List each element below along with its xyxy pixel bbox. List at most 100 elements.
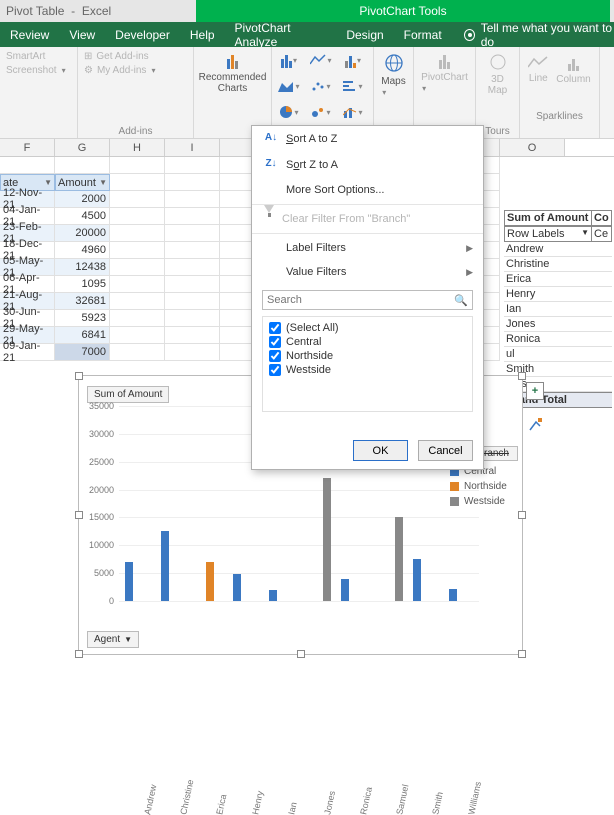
smart-tag-paste-icon[interactable]: + [526,382,544,400]
label-filters[interactable]: Label Filters▶ [252,236,483,260]
file-name: Pivot Table [6,4,64,18]
bar[interactable] [125,562,133,601]
bar[interactable] [323,478,331,601]
tab-design[interactable]: Design [336,22,393,47]
sort-a-to-z[interactable]: A↓Sort A to Z [252,126,483,152]
pivot-row[interactable]: Erica [504,272,612,287]
col-O[interactable]: O [500,139,565,156]
my-addins-button: ⚙ My Add-ins ▾ [84,65,187,76]
cell-amount[interactable]: 12438 [55,259,110,276]
chart-y-axis: 05000100001500020000250003000035000 [79,406,117,601]
resize-handle[interactable] [75,372,83,380]
lightbulb-icon [464,29,475,41]
cell-amount[interactable]: 1095 [55,276,110,293]
bar[interactable] [341,579,349,601]
filter-item-northside[interactable]: Northside [269,349,466,363]
filter-search[interactable]: 🔍 [262,290,473,310]
legend-item: Northside [464,481,507,492]
sparkline-column-button: Column [556,55,590,85]
submenu-arrow-icon: ▶ [466,243,473,254]
bar[interactable] [269,590,277,601]
cancel-button[interactable]: Cancel [418,440,473,461]
sort-za-icon: Z↓ [264,158,278,172]
map3d-label: 3D Map [488,74,507,96]
more-sort-options[interactable]: More Sort Options... [252,178,483,202]
resize-handle[interactable] [518,650,526,658]
resize-handle[interactable] [75,650,83,658]
bar-chart-icon[interactable]: ▾ [278,51,300,69]
tab-view[interactable]: View [59,22,105,47]
cell-amount[interactable]: 4500 [55,208,110,225]
value-filters[interactable]: Value Filters▶ [252,260,483,284]
tab-review[interactable]: Review [0,22,59,47]
tell-me[interactable]: Tell me what you want to do [464,21,614,49]
combo-chart-icon[interactable]: ▾ [342,103,364,121]
pivot-row-header[interactable]: Row Labels▼ [504,226,592,242]
bar[interactable] [233,574,241,601]
chart-field-button-axis[interactable]: Agent▼ [87,631,139,648]
tab-pivotchart-analyze[interactable]: PivotChart Analyze [225,22,337,47]
resize-handle[interactable] [297,650,305,658]
cell-date[interactable]: 09-Jan-21 [0,344,55,361]
maps-button[interactable]: Maps ▾ [377,51,409,100]
cell-amount[interactable]: 32681 [55,293,110,310]
bubble-chart-icon[interactable]: ▾ [310,103,332,121]
pivot-row[interactable]: Ian [504,302,612,317]
x-axis-label: Samuel [394,784,400,814]
cell-amount[interactable]: 7000 [55,344,110,361]
line-chart-icon[interactable]: ▾ [310,51,332,69]
col-F[interactable]: F [0,139,55,156]
cell-amount[interactable]: 2000 [55,191,110,208]
col-I[interactable]: I [165,139,220,156]
cell-amount[interactable]: 4960 [55,242,110,259]
pivot-row[interactable]: Ronica [504,332,612,347]
filter-icon: ▼ [44,178,52,187]
filter-search-input[interactable] [267,294,454,306]
pivot-row[interactable]: Andrew [504,242,612,257]
filter-item-westside[interactable]: Westside [269,363,466,377]
bar[interactable] [206,562,214,601]
filter-item-central[interactable]: Central [269,335,466,349]
tell-me-label: Tell me what you want to do [481,21,614,49]
bar[interactable] [449,589,457,601]
legend-swatch-icon [450,497,459,506]
pivot-row[interactable]: Jones [504,317,612,332]
column-chart-icon[interactable]: ▾ [342,51,364,69]
pivotchart-button: PivotChart ▾ [417,51,472,96]
scatter-chart-icon[interactable]: ▾ [310,77,332,95]
cell-amount[interactable]: 5923 [55,310,110,327]
chart-legend: Central Northside Westside [450,466,518,511]
bar[interactable] [161,531,169,601]
sort-z-to-a[interactable]: Z↓Sort Z to A [252,152,483,178]
cell-amount[interactable]: 20000 [55,225,110,242]
smart-tag-chart-icon[interactable] [526,416,544,434]
filter-item-select-all[interactable]: (Select All) [269,321,466,335]
pivot-row[interactable]: Christine [504,257,612,272]
hbar-chart-icon[interactable]: ▾ [342,77,364,95]
cell-amount[interactable]: 6841 [55,327,110,344]
recommended-charts-button[interactable]: Recommended Charts [195,51,271,96]
x-axis-label: Erica [214,793,218,813]
col-G[interactable]: G [55,139,110,156]
filter-items-tree[interactable]: (Select All) Central Northside Westside [262,316,473,412]
legend-item: Westside [464,496,505,507]
bar[interactable] [395,517,403,601]
resize-handle[interactable] [518,372,526,380]
area-chart-icon[interactable]: ▾ [278,77,300,95]
tab-help[interactable]: Help [180,22,225,47]
bar[interactable] [413,559,421,601]
resize-handle[interactable] [518,511,526,519]
search-icon: 🔍 [454,294,468,307]
tab-developer[interactable]: Developer [105,22,180,47]
tab-format[interactable]: Format [394,22,452,47]
pivot-row[interactable]: ul [504,347,612,362]
x-axis-label: Christine [178,779,185,814]
ok-button[interactable]: OK [353,440,408,461]
pie-chart-icon[interactable]: ▾ [278,103,300,121]
x-axis-label: Andrew [142,784,148,814]
sparklines-group-label: Sparklines [526,109,593,122]
sparkline-line-button: Line [528,55,548,85]
table-header-amount[interactable]: Amount▼ [55,174,110,191]
pivot-row[interactable]: Henry [504,287,612,302]
col-H[interactable]: H [110,139,165,156]
